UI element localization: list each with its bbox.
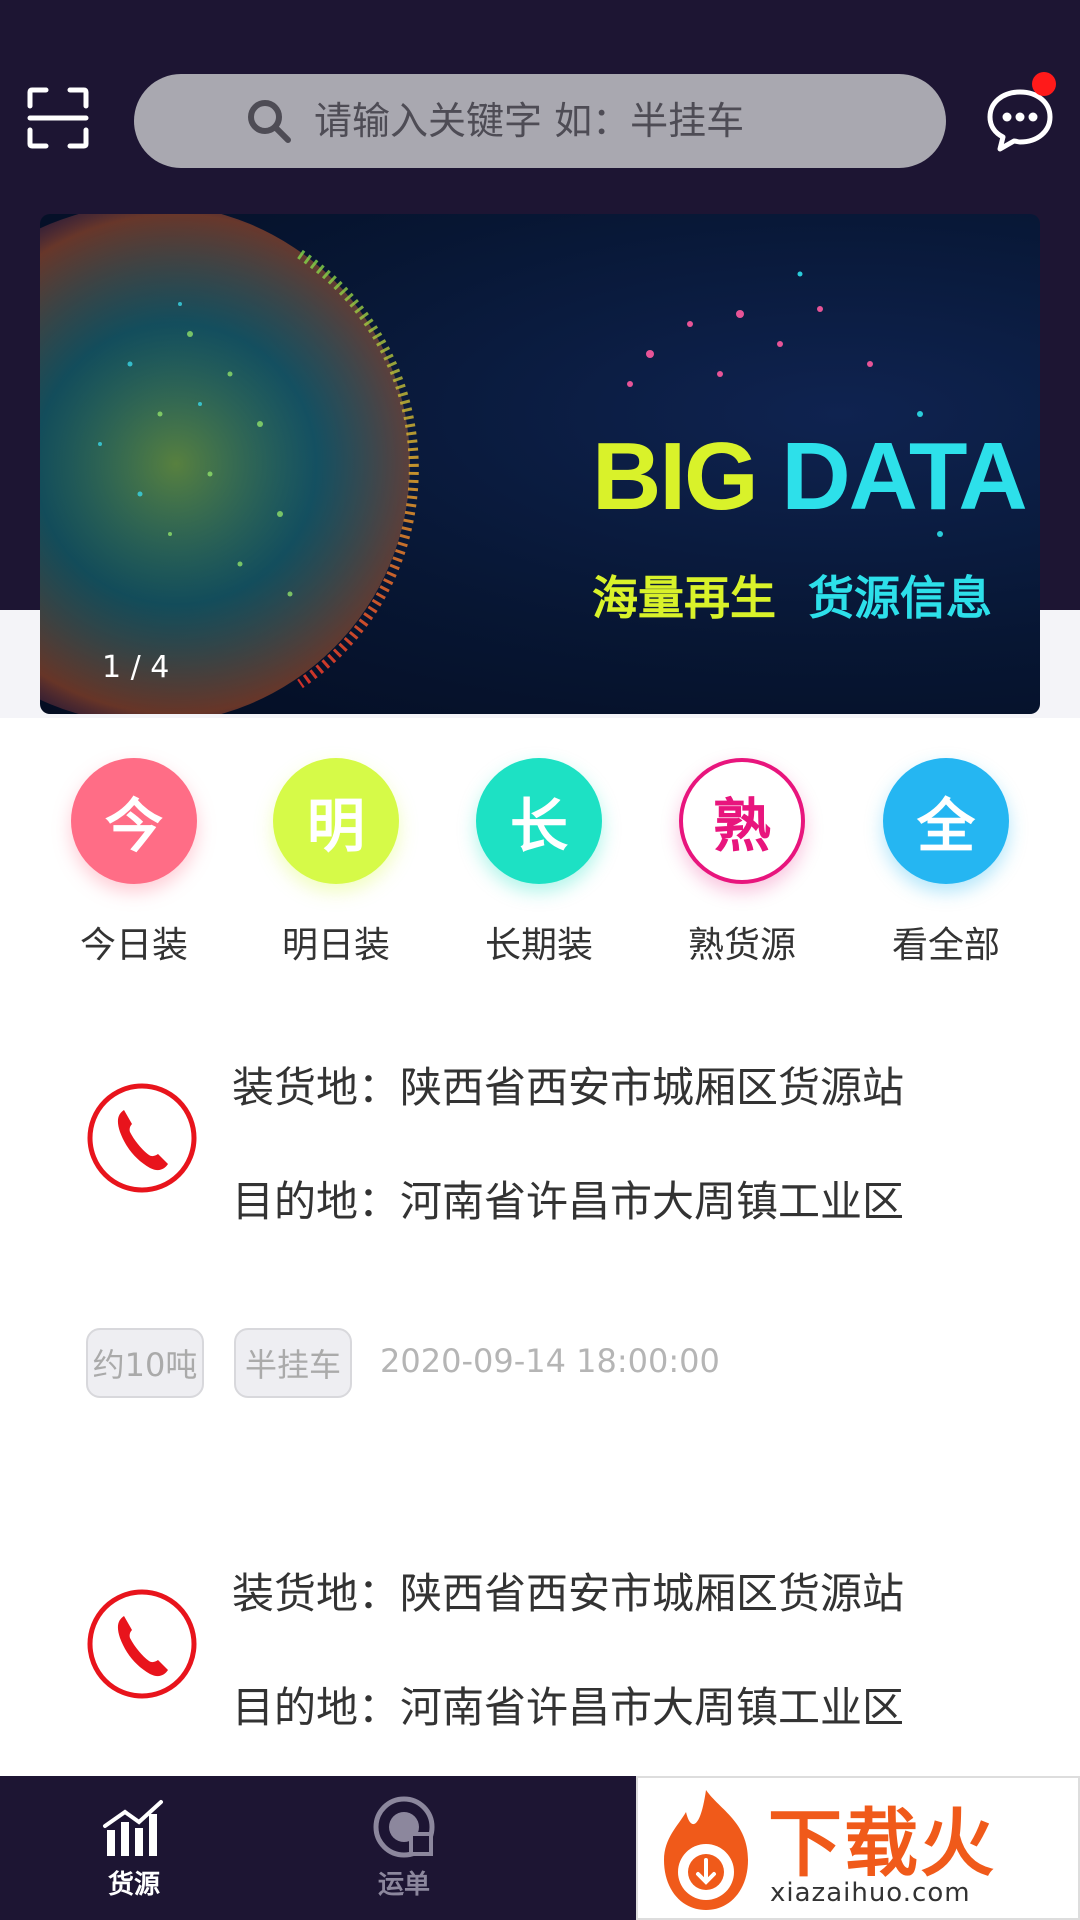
tag-vehicle-type: 半挂车	[234, 1328, 352, 1398]
quick-entry-all[interactable]: 全 看全部	[871, 758, 1021, 968]
loading-place: 装货地：陕西省西安市城厢区货源站	[232, 1063, 905, 1112]
scan-icon	[27, 87, 89, 149]
nav-label: 运单	[377, 1870, 430, 1900]
load-time: 2020-09-14 18:00:00	[380, 1342, 720, 1380]
quick-entry-label: 长期装	[484, 925, 593, 966]
watermark-url: xiazaihuo.com	[770, 1878, 971, 1908]
banner-headline-big: BIG	[592, 423, 759, 530]
long-term-circle-icon: 长	[476, 758, 602, 884]
nav-tab-orders[interactable]: 运单	[344, 1792, 464, 1901]
phone-call-icon[interactable]	[84, 1586, 200, 1702]
quick-entry-row: 今 今日装 明 明日装 长 长期装 熟 熟货源 全 看全部	[0, 758, 1080, 968]
order-icon	[373, 1796, 435, 1858]
destination-place: 目的地：河南省许昌市大周镇工业区	[232, 1683, 905, 1732]
tomorrow-circle-icon: 明	[273, 758, 399, 884]
quick-entry-label: 今日装	[79, 925, 188, 966]
familiar-circle-icon: 熟	[679, 758, 805, 884]
quick-entry-tomorrow[interactable]: 明 明日装	[261, 758, 411, 968]
quick-entry-label: 熟货源	[687, 925, 796, 966]
quick-entry-label: 看全部	[891, 925, 1000, 966]
promo-banner[interactable]: BIG DATA 海量再生 货源信息 1 / 4	[40, 214, 1040, 714]
unread-badge	[1032, 72, 1056, 96]
cargo-list-item[interactable]: 装货地：陕西省西安市城厢区货源站 目的地：河南省许昌市大周镇工业区	[0, 1536, 1080, 1776]
banner-page-indicator: 1 / 4	[102, 650, 170, 685]
destination-place: 目的地：河南省许昌市大周镇工业区	[232, 1177, 905, 1226]
search-input[interactable]	[314, 99, 834, 143]
watermark-title: 下载火	[768, 1801, 996, 1887]
flame-logo-icon	[664, 1790, 748, 1910]
search-icon	[248, 100, 291, 143]
nav-label: 货源	[107, 1870, 160, 1900]
banner-subtitle-left: 海量再生	[592, 571, 776, 625]
search-bar[interactable]	[134, 74, 946, 168]
today-circle-icon: 今	[71, 758, 197, 884]
quick-entry-today[interactable]: 今 今日装	[59, 758, 209, 968]
scan-button[interactable]	[26, 86, 90, 150]
nav-tab-goods[interactable]: 货源	[74, 1792, 194, 1901]
quick-entry-label: 明日装	[281, 925, 390, 966]
chart-bars-icon	[103, 1800, 163, 1856]
quick-entry-long-term[interactable]: 长 长期装	[464, 758, 614, 968]
cargo-list-item[interactable]: 装货地：陕西省西安市城厢区货源站 目的地：河南省许昌市大周镇工业区 约10吨 半…	[0, 1030, 1080, 1410]
banner-headline-data: DATA	[781, 423, 1027, 530]
tag-weight: 约10吨	[86, 1328, 204, 1398]
loading-place: 装货地：陕西省西安市城厢区货源站	[232, 1569, 905, 1618]
quick-entry-familiar[interactable]: 熟 熟货源	[667, 758, 817, 968]
banner-headline: BIG DATA	[592, 422, 1028, 532]
banner-subtitle-right: 货源信息	[808, 571, 992, 625]
phone-call-icon[interactable]	[84, 1080, 200, 1196]
site-watermark: 下载火 xiazaihuo.com	[636, 1776, 1080, 1920]
all-circle-icon: 全	[883, 758, 1009, 884]
